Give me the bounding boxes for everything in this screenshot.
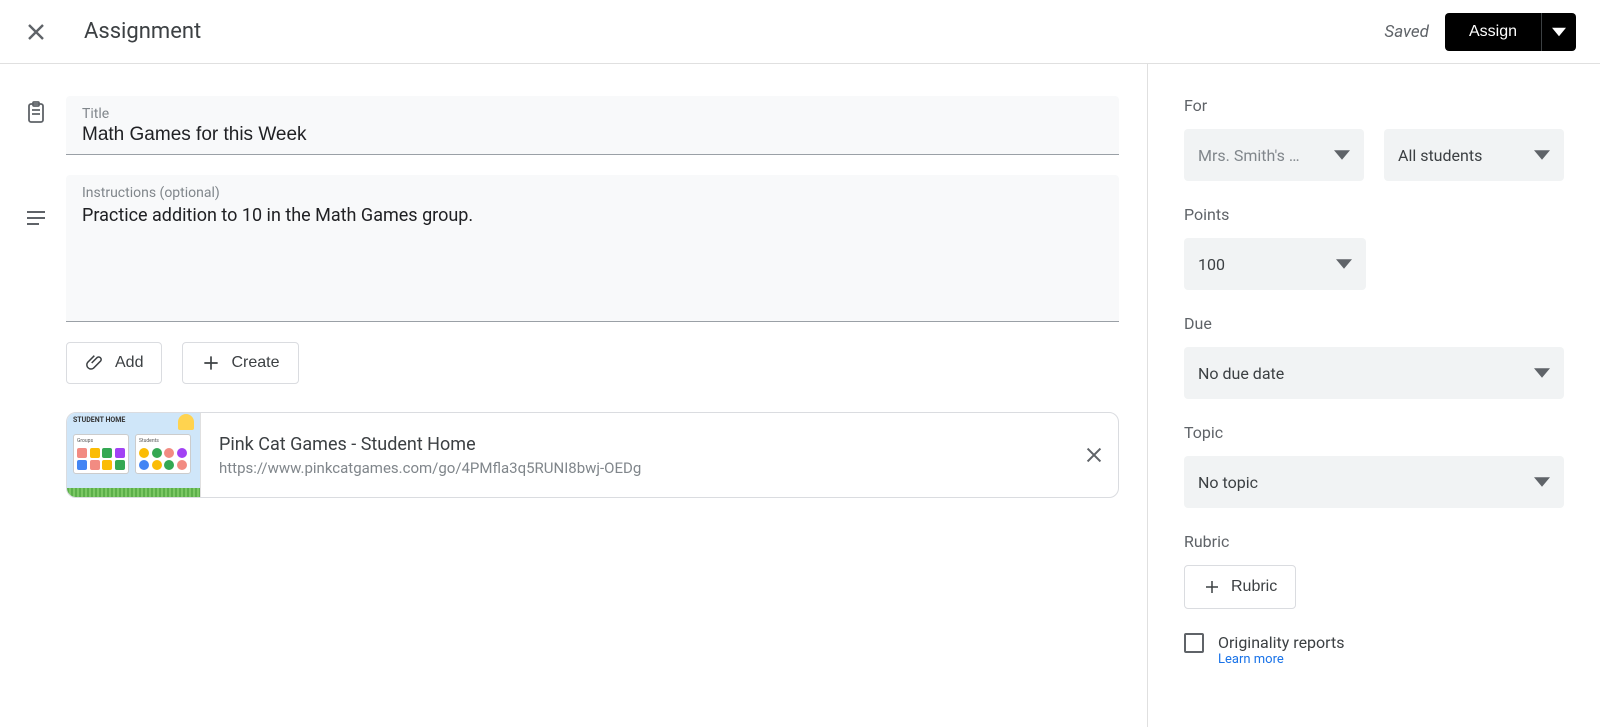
create-label: Create: [231, 354, 279, 372]
form-column: Title Instructions (optional) Practice a…: [66, 96, 1119, 727]
students-select[interactable]: All students: [1384, 129, 1564, 181]
assignment-icon: [24, 100, 48, 124]
attachment-url: https://www.pinkcatgames.com/go/4PMfla3q…: [219, 459, 1052, 477]
topic-label: Topic: [1184, 423, 1564, 442]
sun-icon: [178, 414, 194, 430]
close-icon: [1083, 444, 1105, 466]
attachment-title: Pink Cat Games - Student Home: [219, 434, 1052, 455]
caret-down-icon: [1534, 474, 1550, 490]
learn-more-link[interactable]: Learn more: [1218, 652, 1344, 667]
close-button[interactable]: [24, 20, 48, 44]
caret-down-icon: [1534, 147, 1550, 163]
thumb-header: STUDENT HOME: [73, 416, 125, 424]
assign-button[interactable]: Assign: [1445, 13, 1541, 51]
create-button[interactable]: Create: [182, 342, 298, 384]
add-label: Add: [115, 354, 143, 372]
rubric-label: Rubric: [1184, 532, 1564, 551]
points-value: 100: [1198, 255, 1225, 274]
title-label: Title: [82, 106, 1103, 122]
due-select[interactable]: No due date: [1184, 347, 1564, 399]
add-button[interactable]: Add: [66, 342, 162, 384]
paperclip-icon: [85, 353, 105, 373]
attachment-thumbnail: STUDENT HOME Groups Students: [67, 412, 201, 498]
attachment-info: Pink Cat Games - Student Home https://ww…: [201, 434, 1070, 477]
instructions-input[interactable]: Practice addition to 10 in the Math Game…: [82, 203, 1103, 313]
grass-decoration: [67, 488, 200, 498]
title-input[interactable]: [82, 124, 1103, 146]
plus-icon: [1203, 578, 1221, 596]
attachment-actions: Add Create: [66, 342, 1119, 384]
title-field[interactable]: Title: [66, 96, 1119, 155]
topic-value: No topic: [1198, 473, 1258, 492]
remove-attachment-button[interactable]: [1070, 444, 1118, 466]
text-lines-icon: [24, 206, 48, 230]
plus-icon: [201, 353, 221, 373]
caret-down-icon: [1334, 147, 1350, 163]
main-panel: Title Instructions (optional) Practice a…: [0, 64, 1148, 727]
topic-select[interactable]: No topic: [1184, 456, 1564, 508]
saved-status: Saved: [1384, 22, 1429, 42]
assign-button-group: Assign: [1445, 13, 1576, 51]
caret-down-icon: [1336, 256, 1352, 272]
students-select-value: All students: [1398, 146, 1482, 165]
caret-down-icon: [1552, 25, 1566, 39]
rubric-button[interactable]: Rubric: [1184, 565, 1296, 609]
caret-down-icon: [1534, 365, 1550, 381]
close-icon: [24, 20, 48, 44]
page-title: Assignment: [84, 19, 1384, 44]
instructions-label: Instructions (optional): [82, 185, 1103, 201]
instructions-field[interactable]: Instructions (optional) Practice additio…: [66, 175, 1119, 322]
due-label: Due: [1184, 314, 1564, 333]
rubric-button-label: Rubric: [1231, 578, 1277, 596]
thumb-card2-label: Students: [139, 438, 187, 444]
field-icon-column: [24, 96, 48, 727]
originality-label: Originality reports: [1218, 633, 1344, 652]
originality-checkbox[interactable]: [1184, 633, 1204, 653]
header-bar: Assignment Saved Assign: [0, 0, 1600, 64]
points-label: Points: [1184, 205, 1564, 224]
thumb-card1-label: Groups: [77, 438, 125, 444]
class-select[interactable]: Mrs. Smith's …: [1184, 129, 1364, 181]
for-label: For: [1184, 96, 1564, 115]
attachment-card[interactable]: STUDENT HOME Groups Students: [66, 412, 1119, 498]
points-select[interactable]: 100: [1184, 238, 1366, 290]
originality-row: Originality reports Learn more: [1184, 633, 1564, 667]
assign-dropdown[interactable]: [1541, 13, 1576, 51]
due-value: No due date: [1198, 364, 1284, 383]
class-select-value: Mrs. Smith's …: [1198, 146, 1300, 165]
settings-sidebar: For Mrs. Smith's … All students Points 1…: [1148, 64, 1600, 727]
